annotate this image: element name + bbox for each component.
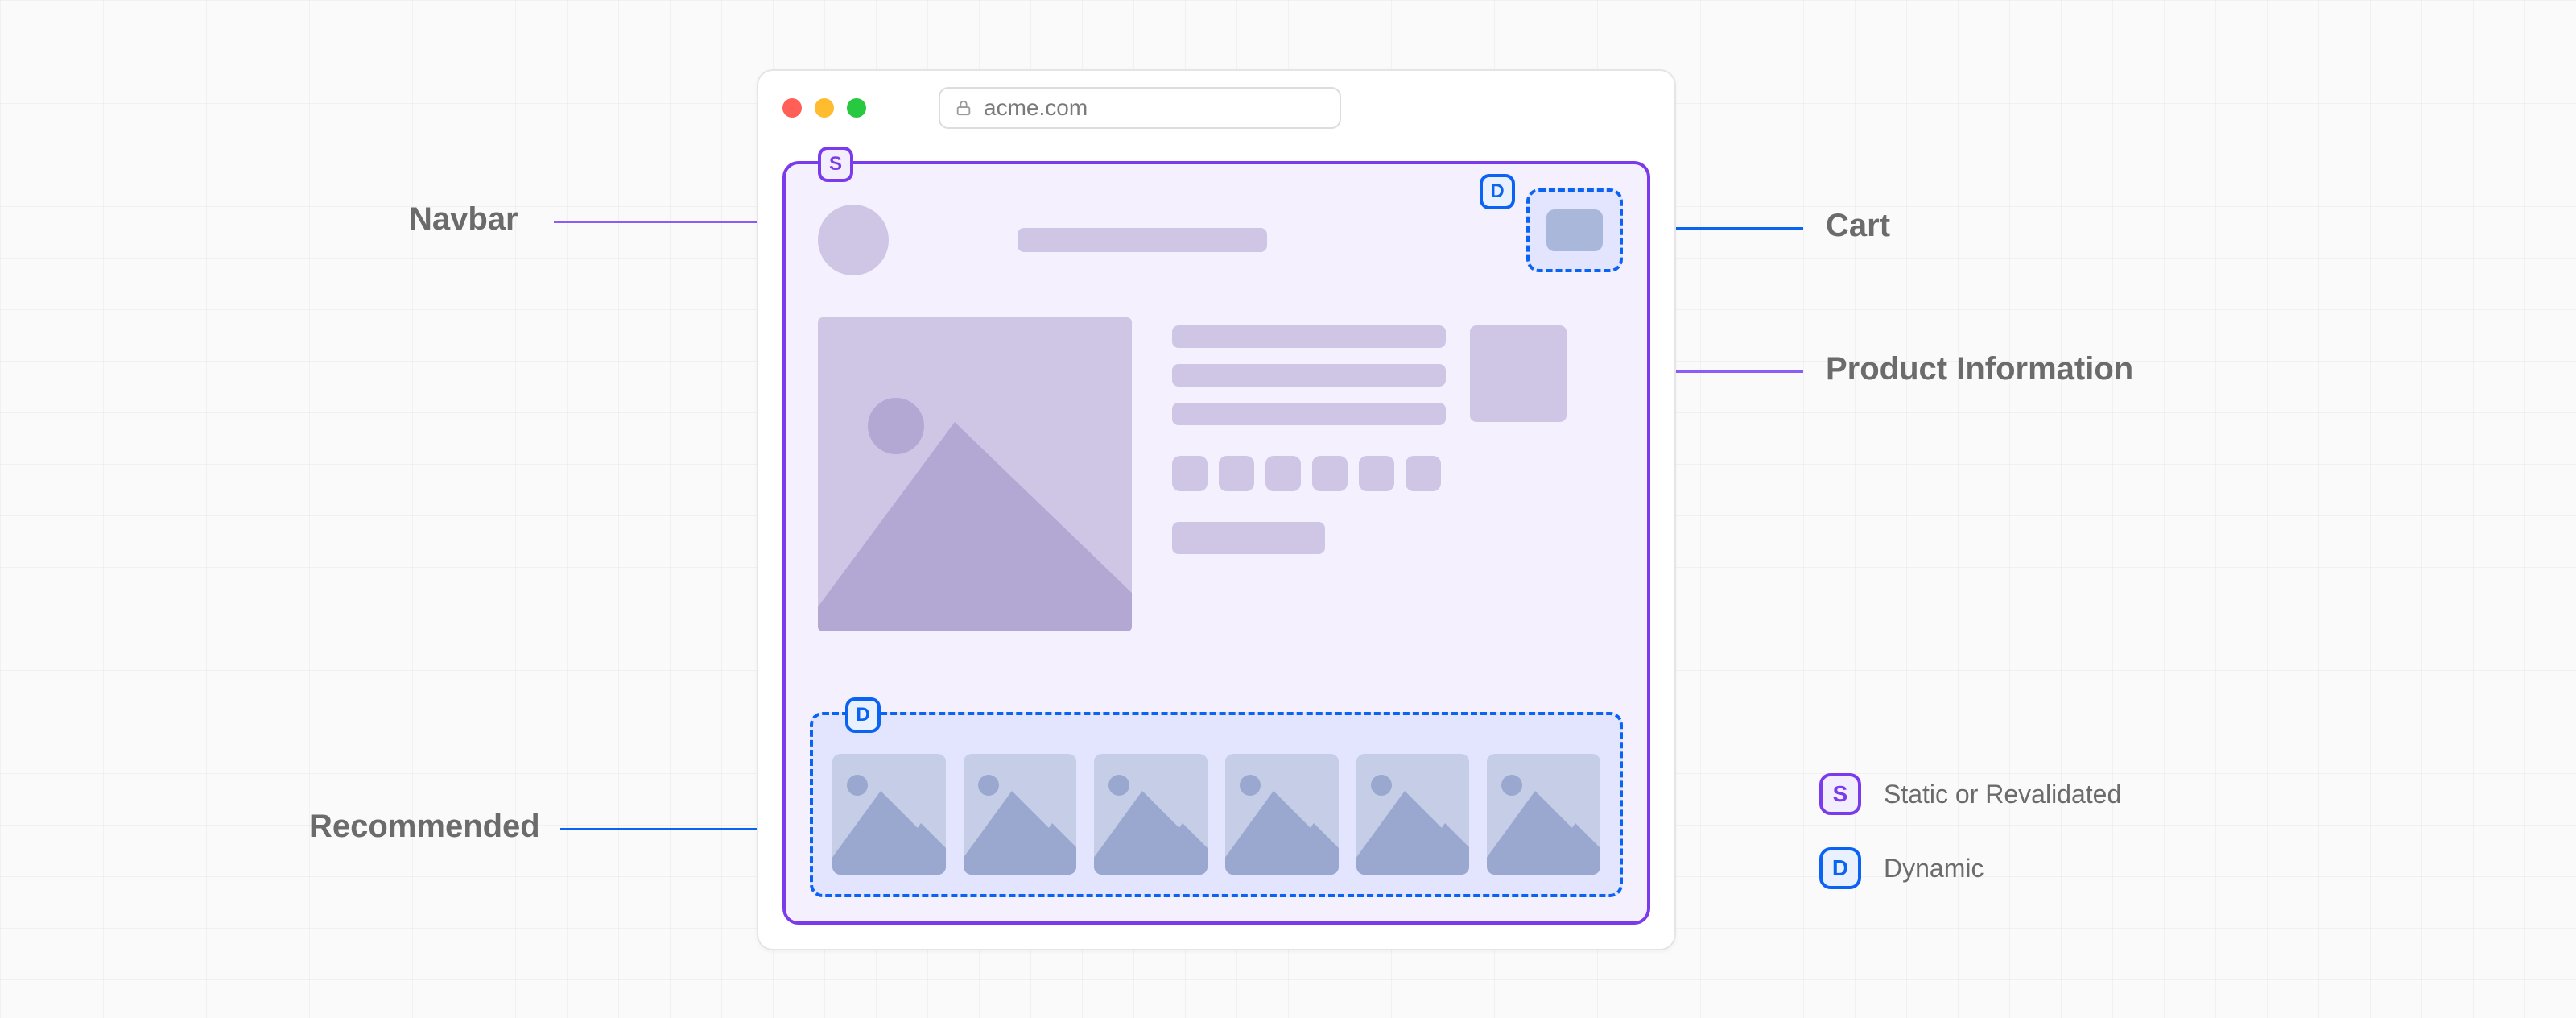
recommended-region: D [810,712,1623,897]
product-info-area [818,317,1615,664]
connector-recommended [560,828,757,830]
titlebar: acme.com [758,71,1674,145]
recommended-thumb [832,754,946,875]
product-line-3 [1172,403,1446,425]
legend: S Static or Revalidated D Dynamic [1819,773,2121,889]
legend-tag-static: S [1819,773,1861,815]
minimize-icon [815,98,834,118]
connector-cart [1676,227,1803,230]
navbar-skeleton [818,200,1615,280]
label-cart: Cart [1826,208,1890,244]
recommended-thumb [1356,754,1470,875]
variant-pill [1172,456,1208,491]
thumb-mountain2-icon [1012,823,1077,875]
label-product-info: Product Information [1826,351,2133,387]
thumb-mountain2-icon [1274,823,1339,875]
variant-pill [1265,456,1301,491]
recommended-thumb [1487,754,1600,875]
legend-text-dynamic: Dynamic [1884,854,1984,884]
diagram-stage: Navbar Recommended Cart Product Informat… [0,0,2576,1018]
recommended-thumb [1094,754,1208,875]
legend-text-static: Static or Revalidated [1884,780,2121,809]
thumb-mountain2-icon [1405,823,1470,875]
thumb-mountain2-icon [1535,823,1600,875]
product-cta-placeholder [1172,522,1325,554]
traffic-lights [782,98,866,118]
connector-product-info [1676,370,1803,373]
legend-row-static: S Static or Revalidated [1819,773,2121,815]
lock-icon [955,99,972,117]
cart-placeholder [1546,209,1603,251]
legend-row-dynamic: D Dynamic [1819,847,2121,889]
navbar-title-placeholder [1018,228,1267,252]
maximize-icon [847,98,866,118]
logo-placeholder [818,205,889,275]
variant-pill [1359,456,1394,491]
label-navbar: Navbar [409,201,518,238]
connector-navbar [554,221,757,223]
thumb-mountain2-icon [1142,823,1208,875]
product-variant-row [1172,456,1615,491]
recommended-thumb [1225,754,1339,875]
tag-static: S [818,147,853,182]
variant-pill [1406,456,1441,491]
tag-dynamic-cart: D [1480,174,1515,209]
recommended-thumb [964,754,1077,875]
product-image-placeholder [818,317,1132,631]
thumb-mountain2-icon [881,823,946,875]
legend-tag-dynamic: D [1819,847,1861,889]
url-bar: acme.com [939,87,1341,129]
label-recommended: Recommended [309,809,540,845]
static-region: S D [782,161,1650,925]
cart-region: D [1526,188,1623,272]
variant-pill [1312,456,1348,491]
product-side-box [1470,325,1567,422]
variant-pill [1219,456,1254,491]
content-area: S D [782,161,1650,925]
close-icon [782,98,802,118]
product-line-2 [1172,364,1446,387]
browser-window: acme.com S D [757,69,1676,950]
product-line-1 [1172,325,1446,348]
tag-dynamic-recommended: D [845,697,881,733]
product-details [1172,317,1615,664]
url-text: acme.com [984,95,1088,121]
image-mountain2-icon [931,495,1132,631]
